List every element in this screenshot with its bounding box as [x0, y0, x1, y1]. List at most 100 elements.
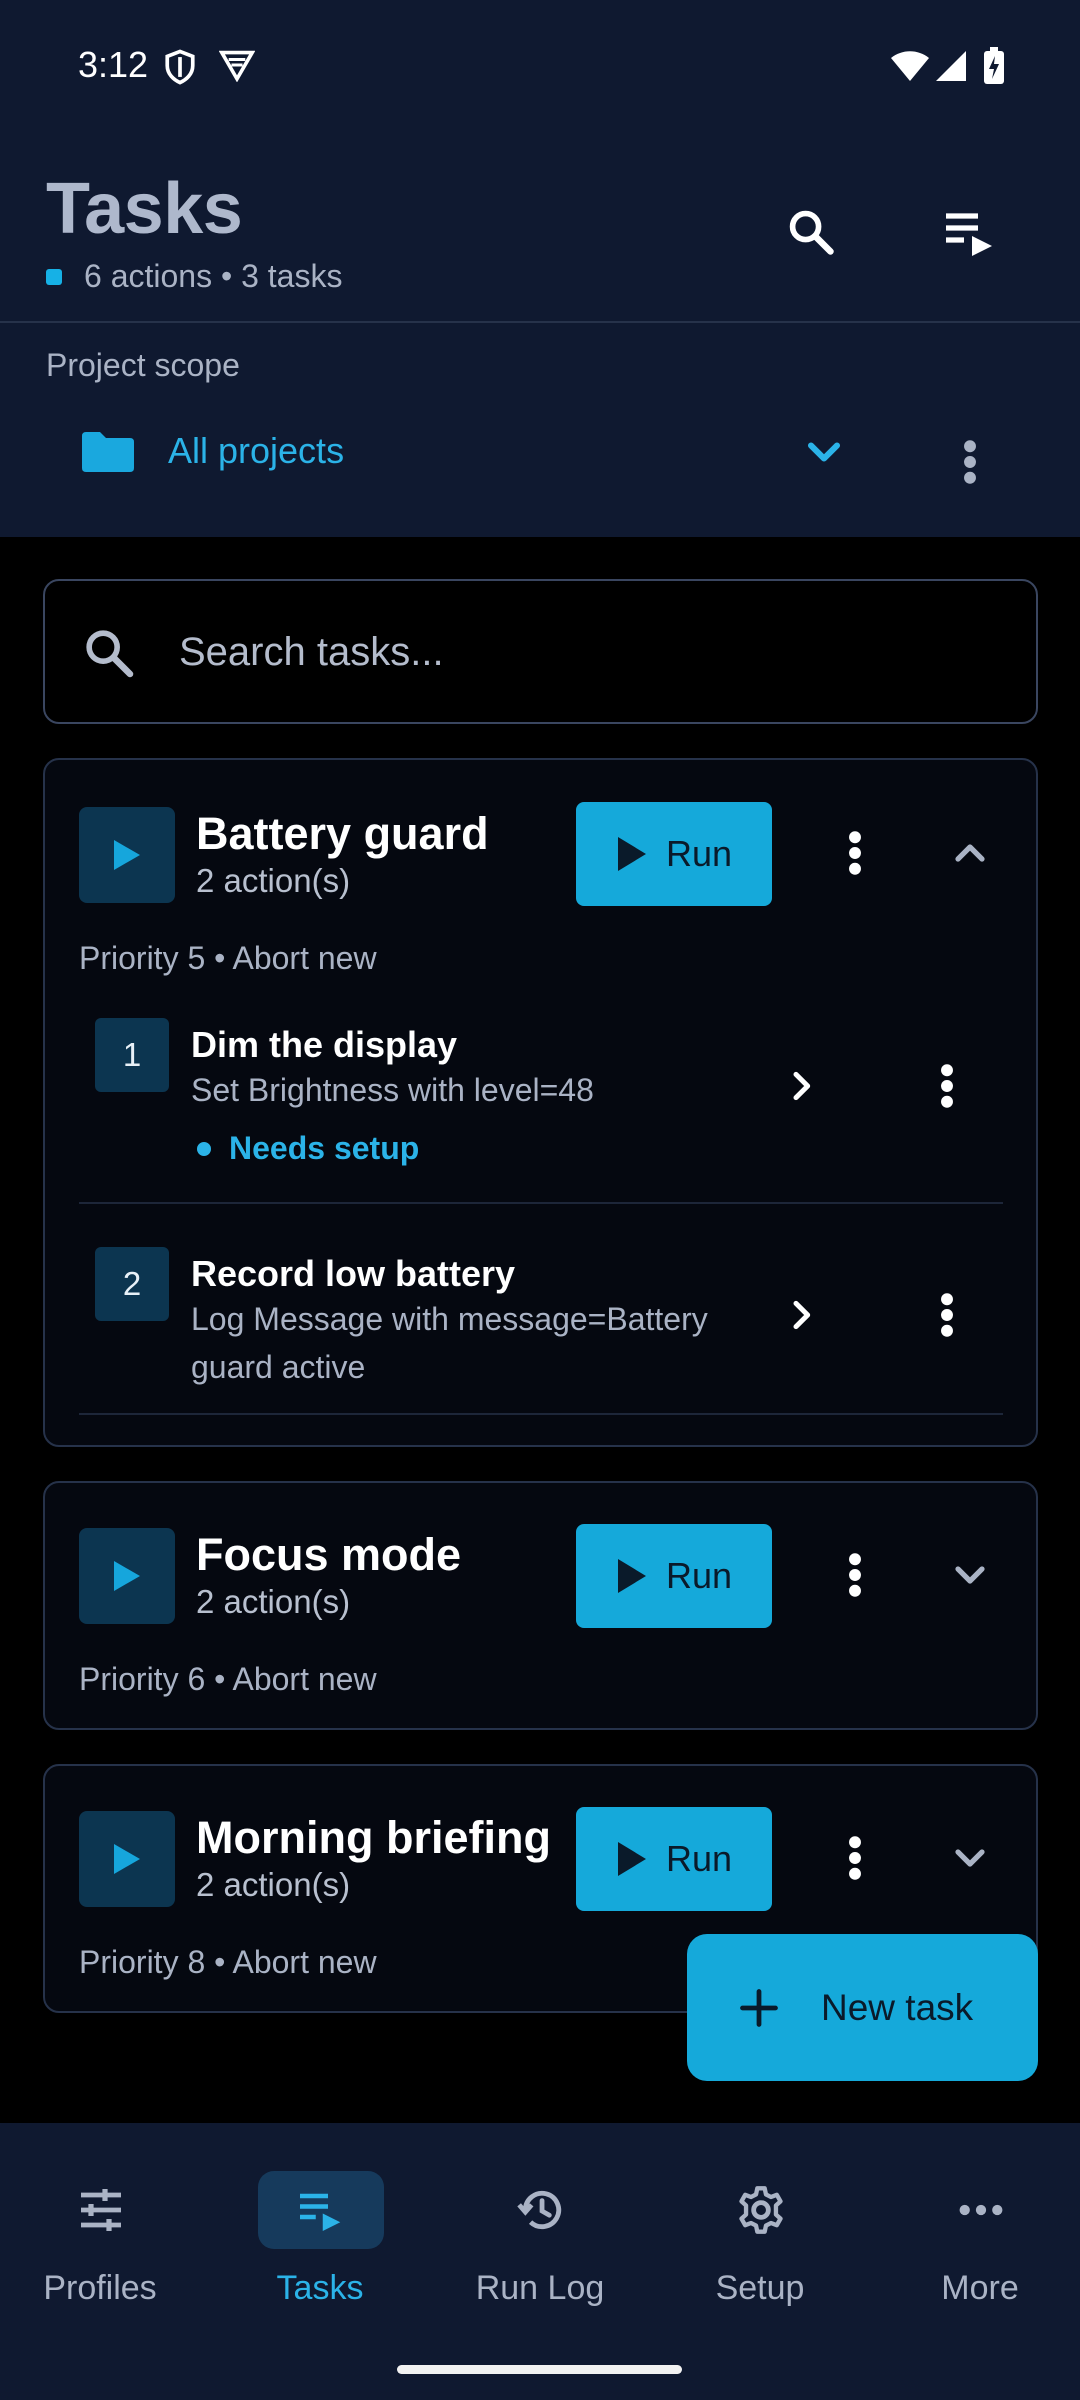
playlist-play-icon — [946, 213, 992, 256]
play-icon — [114, 1844, 140, 1874]
folder-icon — [80, 430, 136, 479]
more-vertical-icon — [849, 1553, 861, 1597]
task-name: Morning briefing — [196, 1812, 551, 1863]
action-description: Set Brightness with level=48 — [191, 1072, 594, 1108]
task-action-count: 2 action(s) — [196, 862, 351, 899]
run-button[interactable]: Run — [576, 1524, 772, 1628]
chevron-down-icon — [798, 426, 850, 483]
chevron-up-icon — [955, 844, 985, 862]
nav-pill — [478, 2171, 604, 2249]
action-more-button[interactable] — [907, 1046, 987, 1126]
collapse-button[interactable] — [930, 813, 1010, 893]
task-name: Battery guard — [196, 808, 489, 859]
shield-icon — [163, 48, 197, 86]
new-task-button[interactable]: New task — [687, 1934, 1038, 2081]
chevron-down-icon — [955, 1566, 985, 1584]
task-meta: Priority 8 • Abort new — [79, 1944, 377, 1980]
nav-label: Profiles — [43, 2269, 157, 2307]
action-more-button[interactable] — [907, 1275, 987, 1355]
more-vertical-icon — [941, 1293, 953, 1337]
play-icon — [617, 837, 646, 871]
battery-charging-icon — [982, 47, 1006, 85]
needs-setup-label: Needs setup — [229, 1130, 420, 1166]
task-play-button[interactable] — [79, 1528, 175, 1624]
status-dot — [46, 268, 62, 285]
more-vertical-icon — [964, 440, 976, 484]
subtitle-text: 6 actions • 3 tasks — [84, 258, 343, 294]
task-action-count: 2 action(s) — [196, 1583, 351, 1620]
new-task-label: New task — [821, 1986, 974, 2028]
scope-value: All projects — [168, 430, 345, 471]
task-meta: Priority 5 • Abort new — [79, 940, 377, 976]
search-box — [43, 579, 1038, 724]
task-card: Focus mode 2 action(s) Run Priority 6 • … — [43, 1481, 1038, 1730]
chevron-right-icon — [793, 1300, 811, 1330]
action-open-button[interactable] — [761, 1275, 841, 1355]
bottom-navigation: Profiles Tasks Run Log Setup More — [0, 2123, 1080, 2400]
playlist-button[interactable] — [930, 192, 1010, 272]
action-title: Dim the display — [191, 1024, 458, 1065]
task-more-button[interactable] — [815, 813, 895, 893]
expand-button[interactable] — [930, 1535, 1010, 1615]
search-icon — [81, 625, 137, 686]
more-horizontal-icon — [959, 2204, 1003, 2216]
action-item[interactable]: 2 Record low battery Log Message with me… — [79, 1247, 1003, 1427]
more-vertical-icon — [849, 831, 861, 875]
more-vertical-icon — [941, 1064, 953, 1108]
run-button[interactable]: Run — [576, 802, 772, 906]
nav-label: Tasks — [276, 2269, 364, 2307]
task-list-icon — [300, 2193, 341, 2231]
nav-pill — [698, 2171, 824, 2249]
play-icon — [114, 1561, 140, 1591]
status-bar: 3:12 — [0, 0, 1080, 135]
action-divider — [79, 1202, 1003, 1204]
search-icon — [789, 210, 834, 255]
project-scope-dropdown[interactable]: All projects — [46, 408, 1036, 496]
action-divider — [79, 1413, 1003, 1415]
nav-pill — [38, 2171, 164, 2249]
nav-item-profiles[interactable]: Profiles — [0, 2171, 200, 2321]
page-subtitle: 6 actions • 3 tasks — [46, 258, 342, 295]
nav-label: Setup — [715, 2269, 805, 2307]
search-input[interactable] — [179, 617, 999, 687]
action-number: 1 — [95, 1018, 169, 1092]
action-item[interactable]: 1 Dim the display Set Brightness with le… — [79, 1018, 1003, 1223]
more-vertical-icon — [849, 1836, 861, 1880]
nav-pill — [918, 2171, 1044, 2249]
nav-item-run-log[interactable]: Run Log — [440, 2171, 640, 2321]
nav-label: Run Log — [475, 2269, 605, 2307]
vpn-triangle-icon — [219, 48, 255, 82]
scope-more-button[interactable] — [930, 422, 1010, 502]
task-play-button[interactable] — [79, 1811, 175, 1907]
nav-item-setup[interactable]: Setup — [660, 2171, 860, 2321]
search-button[interactable] — [771, 192, 851, 272]
plus-icon — [740, 1988, 778, 2027]
task-more-button[interactable] — [815, 1535, 895, 1615]
needs-setup-badge: Needs setup — [191, 1130, 419, 1167]
expand-button[interactable] — [930, 1818, 1010, 1898]
signal-icon — [935, 50, 967, 82]
action-open-button[interactable] — [761, 1046, 841, 1126]
top-app-bar: 3:12 Tasks 6 actions • 3 tasks Project s… — [0, 0, 1080, 537]
nav-pill — [258, 2171, 384, 2249]
task-meta: Priority 6 • Abort new — [79, 1661, 377, 1697]
warning-dot — [197, 1141, 211, 1156]
nav-label: More — [941, 2269, 1019, 2307]
task-play-button[interactable] — [79, 807, 175, 903]
nav-item-more[interactable]: More — [880, 2171, 1080, 2321]
run-label: Run — [665, 833, 733, 874]
play-icon — [617, 1559, 646, 1593]
wifi-icon — [890, 50, 930, 82]
task-more-button[interactable] — [815, 1818, 895, 1898]
chevron-down-icon — [955, 1849, 985, 1867]
history-icon — [517, 2190, 562, 2230]
nav-item-tasks[interactable]: Tasks — [220, 2171, 420, 2321]
action-description: Log Message with message=Battery guard a… — [191, 1301, 708, 1385]
run-button[interactable]: Run — [576, 1807, 772, 1911]
play-icon — [114, 840, 140, 870]
gear-icon — [739, 2186, 783, 2234]
status-time: 3:12 — [78, 44, 149, 85]
action-number: 2 — [95, 1247, 169, 1321]
run-label: Run — [665, 1555, 733, 1596]
home-indicator[interactable] — [397, 2365, 682, 2374]
